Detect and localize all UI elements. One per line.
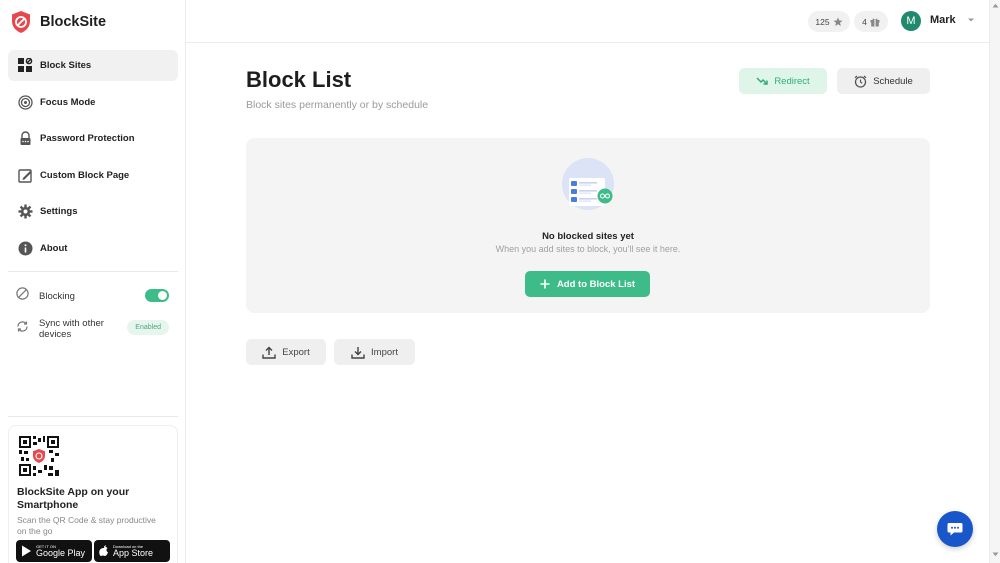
sidebar-item-about[interactable]: About — [8, 233, 178, 264]
gifts-counter[interactable]: 4 — [854, 11, 888, 32]
alarm-clock-icon — [854, 75, 867, 88]
sidebar-item-label: Password Protection — [40, 133, 135, 144]
blocking-toggle[interactable] — [145, 289, 169, 302]
empty-state-title: No blocked sites yet — [542, 231, 634, 242]
redirect-label: Redirect — [774, 75, 810, 87]
page-title: Block List — [246, 67, 352, 92]
google-play-button[interactable]: GET IT ON Google Play — [16, 540, 92, 562]
sidebar-item-label: Block Sites — [40, 60, 92, 71]
import-label: Import — [371, 346, 398, 358]
edit-page-icon — [17, 167, 33, 183]
avatar[interactable]: M — [901, 11, 921, 31]
blocksite-logo-icon — [12, 11, 30, 33]
plus-icon — [540, 279, 550, 289]
app-promo-card: BlockSite App on your Smartphone Scan th… — [8, 425, 178, 563]
target-icon — [17, 94, 33, 110]
chevron-down-icon[interactable] — [967, 17, 975, 23]
sidebar-item-label: Settings — [40, 206, 78, 217]
page-scrollbar[interactable] — [989, 0, 1000, 563]
brand-name: BlockSite — [40, 14, 107, 30]
sync-status-badge: Enabled — [127, 320, 169, 335]
blocking-label: Blocking — [39, 290, 75, 302]
sync-icon — [16, 320, 29, 338]
sync-label: Sync with other devices — [39, 318, 104, 340]
redirect-button[interactable]: Redirect — [739, 68, 827, 94]
google-play-big: Google Play — [36, 547, 86, 558]
sidebar-item-label: Custom Block Page — [40, 169, 130, 181]
stars-count: 125 — [815, 16, 830, 27]
promo-title: BlockSite App on your Smartphone — [17, 486, 130, 511]
sidebar-divider — [8, 416, 178, 417]
sidebar-nav: Block Sites Focus Mode Password Protecti… — [8, 50, 178, 269]
block-list-empty-state: No blocked sites yet When you add sites … — [246, 138, 930, 313]
grid-block-icon — [17, 58, 33, 74]
sidebar-item-focus-mode[interactable]: Focus Mode — [8, 87, 178, 118]
qr-code-icon — [19, 436, 59, 476]
gifts-count: 4 — [862, 16, 867, 27]
sidebar-item-password-protection[interactable]: Password Protection — [8, 123, 178, 154]
download-icon — [351, 346, 365, 359]
app-store-button[interactable]: Download on the App Store — [94, 540, 170, 562]
top-bar: 125 4 M Mark — [186, 0, 989, 43]
empty-state-subtitle: When you add sites to block, you'll see … — [495, 244, 681, 254]
lock-icon — [17, 131, 33, 147]
schedule-label: Schedule — [873, 75, 913, 87]
import-button[interactable]: Import — [334, 339, 415, 365]
block-circle-icon — [16, 287, 29, 305]
apple-icon — [99, 545, 108, 556]
star-icon — [833, 17, 843, 26]
gift-icon — [870, 18, 880, 26]
blocking-toggle-row: Blocking — [16, 287, 171, 305]
scroll-up-arrow-icon[interactable] — [992, 3, 999, 8]
gear-icon — [17, 204, 33, 220]
sidebar-item-settings[interactable]: Settings — [8, 196, 178, 227]
sidebar-item-label: Focus Mode — [40, 96, 96, 108]
sidebar-item-label: About — [40, 242, 68, 254]
user-name[interactable]: Mark — [930, 14, 956, 26]
info-icon — [17, 240, 33, 256]
upload-icon — [262, 346, 276, 359]
sidebar: BlockSite Block Sites Focus Mode Passwor… — [0, 0, 186, 563]
page-subtitle: Block sites permanently or by schedule — [246, 99, 429, 111]
schedule-button[interactable]: Schedule — [837, 68, 930, 94]
app-store-big: App Store — [113, 547, 154, 558]
empty-list-illustration-icon — [562, 158, 614, 210]
stars-counter[interactable]: 125 — [808, 11, 850, 32]
add-to-block-list-button[interactable]: Add to Block List — [525, 271, 650, 297]
google-play-icon — [22, 545, 31, 557]
sidebar-item-custom-block-page[interactable]: Custom Block Page — [8, 160, 178, 191]
chat-bubble-icon — [947, 522, 963, 535]
sync-row: Sync with other devices Enabled — [16, 316, 171, 342]
sidebar-divider — [8, 271, 178, 272]
sidebar-item-block-sites[interactable]: Block Sites — [8, 50, 178, 81]
chat-support-button[interactable] — [937, 511, 973, 547]
add-label: Add to Block List — [556, 278, 636, 290]
export-label: Export — [282, 346, 310, 358]
brand[interactable]: BlockSite — [10, 8, 106, 36]
toggle-knob — [158, 291, 167, 300]
promo-subtitle: Scan the QR Code & stay productive on th… — [17, 515, 156, 536]
export-button[interactable]: Export — [246, 339, 326, 365]
redirect-arrow-icon — [756, 77, 769, 85]
scroll-down-arrow-icon[interactable] — [992, 552, 999, 557]
